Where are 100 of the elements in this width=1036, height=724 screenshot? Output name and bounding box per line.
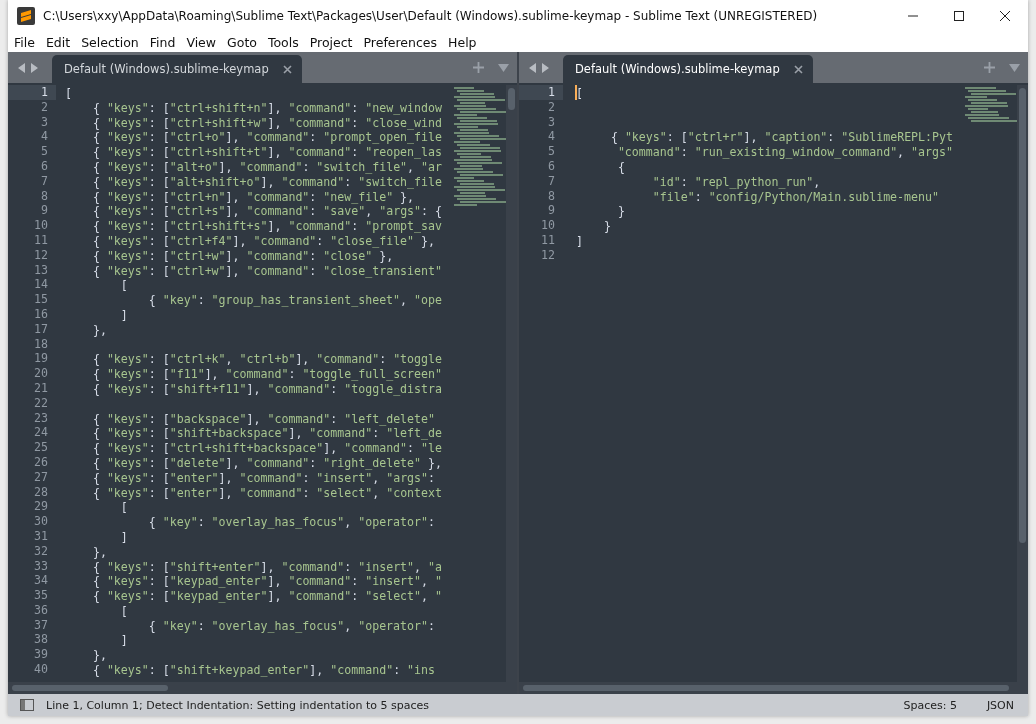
code-line: ] [119,529,128,544]
code-line: { "keys": ["shift+f11"], "command": "toggle_distra [91,381,442,396]
code-line: [ [119,500,128,515]
code-line: [ [65,86,72,100]
line-number: 30 [33,514,49,529]
line-number: 3 [547,114,556,130]
code-line: { "keys": ["ctrl+s"], "command": "save", "args": { [91,204,443,219]
file-tab[interactable]: Default (Windows).sublime-keymap [52,55,302,83]
line-number: 38 [33,632,49,648]
code-line: { "keys": ["shift+enter"], "command": "insert", "a [91,559,442,574]
tab-navigation-arrows-icon[interactable] [529,62,549,73]
line-number: 4 [40,129,49,145]
code-line: ] [119,633,128,648]
code-line: { "keys": ["ctrl+n"], "command": "new_file" }, [91,189,415,204]
menu-item[interactable]: Selection [81,34,139,50]
status-message: Line 1, Column 1; Detect Indentation: Setting indentation to 5 spaces [46,698,429,712]
line-number: 36 [33,602,49,618]
code-line: { "key": "overlay_has_focus", "operator": [147,515,435,530]
code-line: { "keys": ["enter"], "command": "insert", "args": [91,470,436,485]
code-line: }, [91,322,107,337]
menu-item[interactable]: Edit [45,34,71,50]
menu-item[interactable]: Goto [227,34,257,50]
line-number: 32 [33,543,49,559]
line-number: 25 [33,440,49,455]
line-number: 1 [8,85,56,100]
code-line: }, [91,648,107,663]
panel-toggle-icon[interactable] [20,699,34,711]
code-line: { "keys": ["ctrl+o"], "command": "prompt_open_file [91,130,442,145]
code-line: ] [576,233,583,248]
menu-item[interactable]: View [186,34,217,50]
line-number: 15 [33,292,49,307]
line-number: 2 [40,99,49,115]
tab-navigation-arrows-icon[interactable] [18,62,38,73]
code-line: { "keys": ["alt+shift+o"], "command": "switch_file [91,174,442,189]
code-line: { "key": "overlay_has_focus", "operator": [147,618,435,633]
line-number: 3 [40,114,49,130]
line-number: 6 [547,159,556,174]
code-line: [ [119,603,128,618]
line-number: 6 [40,159,49,174]
menu-item[interactable]: Help [448,34,477,50]
line-number: 10 [540,218,556,233]
menu-item[interactable]: Preferences [363,34,438,50]
code-line: { "key": "group_has_transient_sheet", "ope [147,293,442,308]
line-number: 8 [40,188,49,204]
code-line: { "keys": ["ctrl+shift+t"], "command": "reopen_las [91,145,442,160]
line-number: 24 [33,425,49,441]
close-icon[interactable] [793,64,803,74]
line-number: 34 [33,573,49,589]
code-line: { "keys": ["ctrl+r"], "caption": "SublimeREPL:Pyt [609,130,953,145]
line-number: 18 [33,336,49,352]
line-number: 17 [33,321,49,337]
dropdown-icon[interactable] [498,63,509,72]
scrollbar-thumb[interactable] [508,88,515,110]
code-line: { "keys": ["keypad_enter"], "command": "select", " [91,589,442,604]
code-line: { "keys": ["alt+o"], "command": "switch_file", "ar [91,160,443,174]
minimap-drawing[interactable] [963,85,1017,125]
syntax-setting[interactable]: JSON [986,698,1014,712]
menu-item[interactable]: File [14,34,35,50]
scrollbar-thumb[interactable] [523,685,1009,691]
line-number: 2 [547,99,556,115]
line-number: 12 [540,247,556,263]
menu-item[interactable]: Find [149,34,176,50]
line-number: 22 [33,395,49,411]
plus-icon[interactable] [473,62,484,73]
plus-icon[interactable] [984,62,995,73]
scrollbar-thumb[interactable] [1019,88,1026,543]
line-number: 16 [33,306,49,322]
code-line: } [616,204,625,219]
code-line: { "keys": ["ctrl+shift+n"], "command": "new_window [91,100,442,115]
menu-item[interactable]: Tools [267,34,299,50]
scrollbar-thumb[interactable] [12,685,168,691]
code-line: { "keys": ["ctrl+w"], "command": "close_transient" [91,263,442,278]
line-number: 31 [33,528,49,544]
line-number: 11 [33,232,49,248]
close-icon[interactable] [282,64,292,74]
code-line: "file": "config/Python/Main.sublime-menu" [651,189,939,204]
code-line: { "keys": ["shift+backspace"], "command": "left_de [91,426,442,441]
line-number: 39 [33,647,49,663]
line-number: 14 [33,277,49,293]
line-number: 20 [33,366,49,381]
text-cursor [575,85,577,100]
line-number: 35 [33,588,49,603]
line-number: 10 [33,218,49,233]
minimap-drawing[interactable] [452,85,506,209]
code-line: { "keys": ["backspace"], "command": "left_delete" [91,411,435,426]
window-title: C:\Users\xxy\AppData\Roaming\Sublime Text\Packages\User\Default (Windows).sublime-keymap - Sublime Text (UNREGISTERED) [43,9,818,23]
line-number: 28 [33,484,49,500]
code-line: [ [119,278,128,293]
line-number: 27 [33,469,49,485]
line-number: 9 [40,203,49,219]
indentation-setting[interactable]: Spaces: 5 [903,698,957,712]
dropdown-icon[interactable] [1009,63,1020,72]
menu-item[interactable]: Project [309,34,353,50]
line-number: 12 [33,247,49,263]
line-number: 33 [33,558,49,574]
line-number: 7 [547,173,556,189]
code-line: { "keys": ["delete"], "command": "right_delete" }, [91,455,442,470]
file-tab[interactable]: Default (Windows).sublime-keymap [563,55,813,83]
line-number: 13 [33,262,49,278]
code-line: { "keys": ["ctrl+shift+s"], "command": "prompt_sav [91,219,442,234]
